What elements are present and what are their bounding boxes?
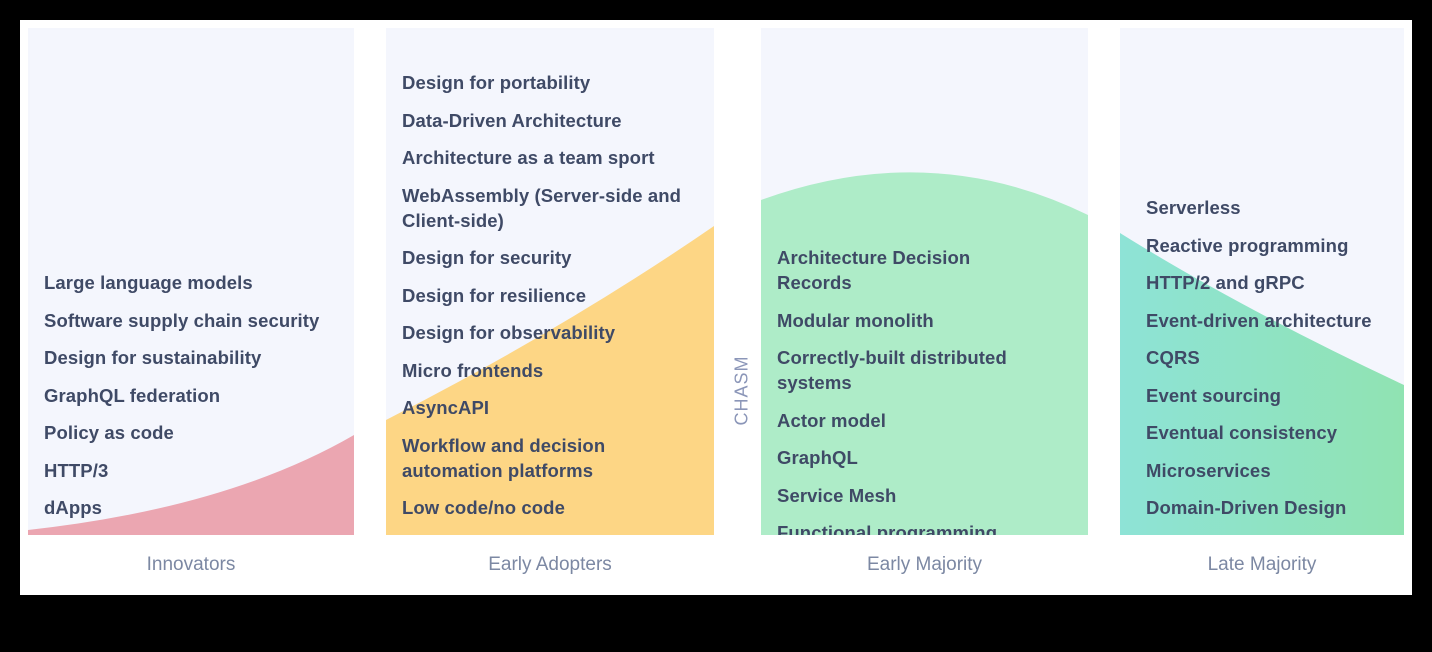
stage-label-early-majority: Early Majority (866, 554, 983, 575)
list-item: Design for observability (402, 322, 616, 343)
list-item: Serverless (1146, 197, 1241, 218)
list-item: Policy as code (44, 422, 174, 443)
stage-label-late-majority: Late Majority (1207, 554, 1317, 575)
list-item: Modular monolith (777, 309, 934, 331)
list-item: Low code/no code (402, 497, 565, 518)
list-item: Design for sustainability (44, 347, 262, 368)
early-majority-list: Architecture Decision Records Modular mo… (777, 245, 1048, 535)
list-item: Workflow and decision automation platfor… (402, 434, 606, 481)
list-item: Data-Driven Architecture (402, 109, 622, 131)
list-item: Service Mesh (777, 484, 897, 506)
list-item: Reactive programming (1146, 234, 1349, 256)
list-item: Event sourcing (1146, 384, 1282, 406)
list-item: Domain-Driven Design (1146, 497, 1347, 518)
list-item: Eventual consistency (1146, 422, 1338, 443)
list-item: HTTP/2 and gRPC (1146, 272, 1305, 293)
panel-innovators: Large language models Software supply ch… (28, 28, 354, 535)
list-item: Event-driven architecture (1146, 309, 1372, 331)
panel-early-majority: Architecture Decision Records Modular mo… (761, 28, 1088, 535)
list-item: Micro frontends (402, 359, 544, 381)
list-item: Architecture Decision Records (777, 247, 971, 293)
list-item: Design for resilience (402, 284, 587, 306)
panel-late-majority: Serverless Reactive programming HTTP/2 a… (1120, 28, 1404, 535)
list-item: Software supply chain security (44, 309, 320, 331)
list-item: Microservices (1146, 459, 1271, 481)
list-item: Functional programming (777, 522, 998, 535)
list-item: GraphQL federation (44, 384, 221, 406)
adoption-curve-diagram: Large language models Software supply ch… (20, 20, 1412, 595)
list-item: GraphQL (777, 447, 858, 468)
panel-early-adopters: Design for portability Data-Driven Archi… (386, 28, 714, 535)
list-item: WebAssembly (Server-side and Client-side… (402, 184, 682, 231)
list-item: Large language models (44, 272, 253, 293)
early-adopters-list: Design for portability Data-Driven Archi… (402, 70, 684, 533)
stage-label-innovators: Innovators (146, 554, 236, 575)
list-item: Design for portability (402, 72, 591, 93)
list-item: HTTP/3 (44, 459, 109, 481)
list-item: Correctly-built distributed systems (777, 347, 1007, 393)
chasm-label: CHASM (731, 355, 752, 426)
list-item: CQRS (1146, 347, 1200, 368)
list-item: dApps (44, 497, 103, 518)
list-item: Actor model (777, 409, 887, 431)
innovators-list: Large language models Software supply ch… (44, 270, 346, 533)
list-item: Design for security (402, 247, 572, 268)
list-item: AsyncAPI (402, 397, 490, 418)
late-majority-list: Serverless Reactive programming HTTP/2 a… (1146, 195, 1404, 533)
list-item: Architecture as a team sport (402, 147, 655, 168)
stage-label-early-adopters: Early Adopters (488, 554, 612, 575)
